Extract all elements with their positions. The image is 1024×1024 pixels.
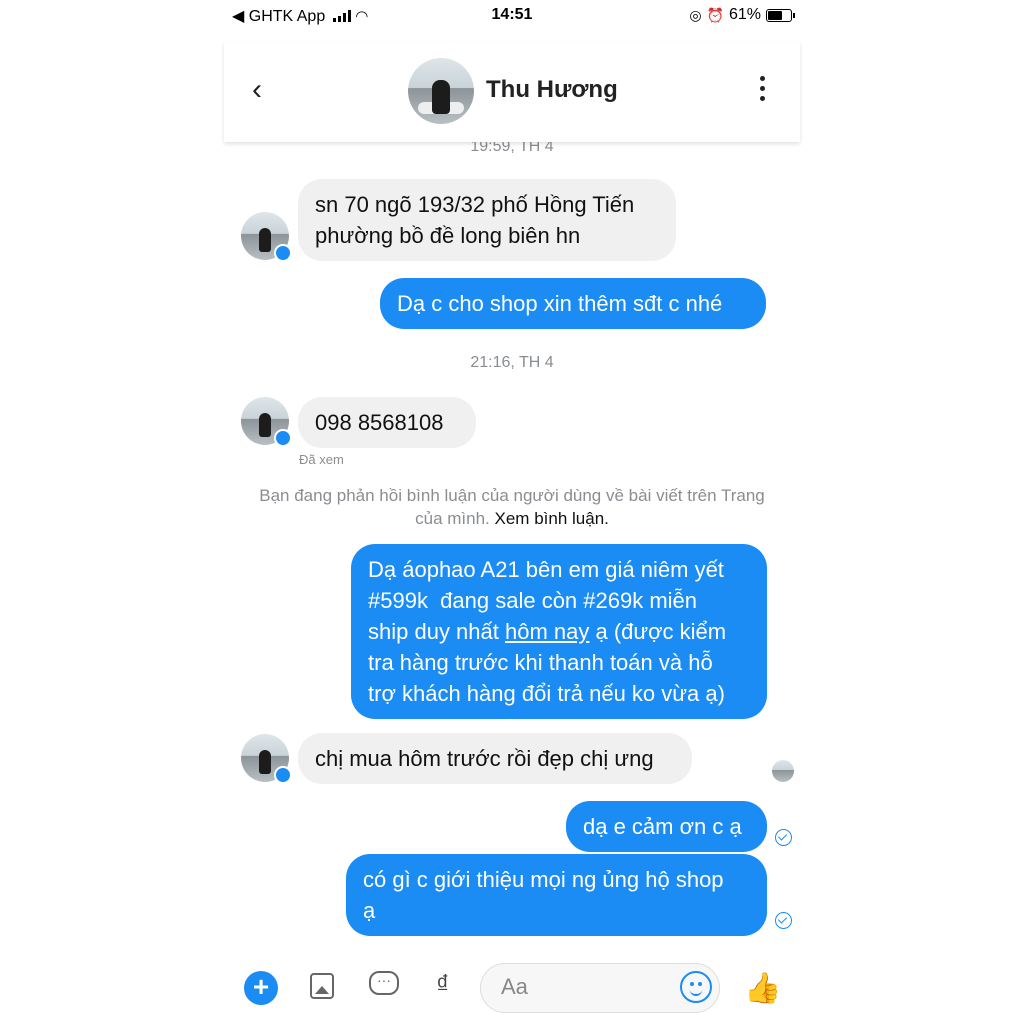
messenger-badge-icon [274, 429, 292, 447]
status-right: ◎ ⏰ 61% [689, 6, 795, 24]
contact-name[interactable]: Thu Hương [486, 76, 618, 104]
battery-icon [766, 8, 795, 22]
message-bubble-incoming[interactable]: sn 70 ngõ 193/32 phố Hồng Tiến phường bồ… [298, 179, 676, 261]
more-icon[interactable] [758, 76, 766, 101]
message-bubble-outgoing[interactable]: Dạ áophao A21 bên em giá niêm yết #599k … [351, 544, 767, 719]
message-bubble-outgoing[interactable]: có gì c giới thiệu mọi ng ủng hộ shop ạ [346, 854, 767, 936]
sent-check-icon [775, 912, 792, 929]
lock-rotation-icon: ◎ [689, 6, 702, 23]
seen-status: Đã xem [299, 452, 344, 467]
like-icon[interactable]: 👍 [744, 971, 781, 1006]
message-bubble-incoming[interactable]: 098 8568108 [298, 397, 476, 448]
chat-header: ‹ Thu Hương [224, 42, 800, 142]
message-bubble-incoming[interactable]: chị mua hôm trước rồi đẹp chị ưng [298, 733, 692, 784]
messenger-badge-icon [274, 766, 292, 784]
alarm-icon: ⏰ [706, 6, 724, 23]
contact-avatar[interactable] [408, 58, 474, 124]
plus-icon[interactable]: + [244, 971, 278, 1005]
emoji-icon[interactable] [680, 971, 712, 1003]
dong-icon[interactable]: ₫ [436, 969, 449, 1000]
message-bubble-outgoing[interactable]: dạ e cảm ơn c ạ [566, 801, 767, 852]
messenger-badge-icon [274, 244, 292, 262]
view-comment-link[interactable]: Xem bình luận. [495, 509, 609, 528]
read-receipt-avatar [772, 760, 794, 782]
reply-notice: Bạn đang phản hồi bình luận của người dù… [244, 484, 780, 530]
status-bar: ◀ GHTK App ◠ 14:51 ◎ ⏰ 61% [224, 0, 800, 34]
sent-check-icon [775, 829, 792, 846]
sender-avatar[interactable] [241, 212, 292, 262]
image-icon[interactable] [310, 973, 334, 999]
battery-percent: 61% [728, 6, 761, 23]
sender-avatar[interactable] [241, 397, 292, 447]
timestamp: 21:16, TH 4 [470, 354, 554, 371]
messenger-screen: ◀ GHTK App ◠ 14:51 ◎ ⏰ 61% ‹ Thu Hương 1… [224, 0, 800, 1024]
composer-bar: + ··· ₫ Aa 👍 [224, 955, 800, 1021]
chat-icon[interactable]: ··· [369, 971, 399, 995]
back-icon[interactable]: ‹ [252, 72, 280, 108]
message-highlight[interactable]: hôm nay [505, 619, 589, 644]
sender-avatar[interactable] [241, 734, 292, 784]
message-bubble-outgoing[interactable]: Dạ c cho shop xin thêm sđt c nhé [380, 278, 766, 329]
